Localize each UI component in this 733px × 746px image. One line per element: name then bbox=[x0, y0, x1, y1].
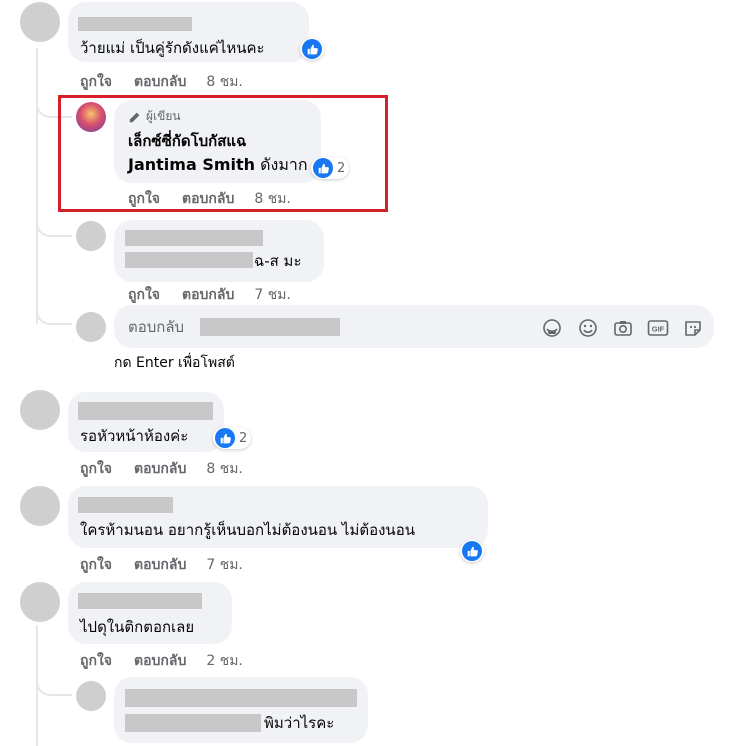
reply-button[interactable]: ตอบกลับ bbox=[134, 557, 186, 573]
gif-icon[interactable]: GIF bbox=[647, 317, 669, 339]
timestamp[interactable]: 8 ชม. bbox=[254, 191, 291, 207]
redacted-author-name bbox=[78, 593, 202, 609]
comment-text: เล็กซ์ซี่กัดโบกัสแฉ bbox=[128, 132, 247, 150]
reply-hint: กด Enter เพื่อโพสต์ bbox=[114, 355, 235, 371]
avatar[interactable] bbox=[76, 221, 106, 251]
thread-connector bbox=[36, 295, 72, 325]
timestamp[interactable]: 7 ชม. bbox=[206, 557, 243, 573]
comment-text: ไปดุในติกตอกเลย bbox=[80, 618, 195, 636]
thread-connector bbox=[36, 668, 72, 696]
comment-text-line2: Jantima Smith ดังมาก bbox=[128, 155, 308, 174]
redacted-author-name bbox=[78, 402, 213, 420]
like-button[interactable]: ถูกใจ bbox=[80, 653, 112, 669]
svg-text:GIF: GIF bbox=[652, 325, 665, 334]
reaction-badge[interactable] bbox=[300, 38, 324, 60]
like-button[interactable]: ถูกใจ bbox=[80, 557, 112, 573]
like-button[interactable]: ถูกใจ bbox=[80, 461, 112, 477]
like-button[interactable]: ถูกใจ bbox=[80, 74, 112, 90]
reply-button[interactable]: ตอบกลับ bbox=[182, 191, 234, 207]
avatar[interactable] bbox=[20, 486, 60, 526]
comment-text: ว้ายแม่ เป็นคู่รักดังแค่ไหนคะ bbox=[80, 39, 265, 57]
author-badge: ผู้เขียน bbox=[128, 107, 181, 126]
redacted-text bbox=[125, 252, 253, 268]
camera-icon[interactable] bbox=[612, 317, 634, 339]
avatar[interactable] bbox=[20, 2, 60, 42]
comment-actions: ถูกใจ ตอบกลับ 8 ชม. bbox=[80, 73, 243, 91]
like-icon bbox=[462, 541, 482, 561]
comment-actions: ถูกใจ ตอบกลับ 2 ชม. bbox=[80, 652, 243, 670]
comment-text: พิมว่าไรคะ bbox=[264, 714, 335, 732]
redacted-text bbox=[125, 714, 261, 732]
current-user-avatar[interactable] bbox=[76, 312, 106, 342]
reply-input-prefix: ตอบกลับ bbox=[128, 318, 185, 336]
reply-button[interactable]: ตอบกลับ bbox=[182, 287, 234, 303]
avatar[interactable] bbox=[76, 681, 106, 711]
redacted-mention bbox=[200, 318, 340, 336]
reply-button[interactable]: ตอบกลับ bbox=[134, 461, 186, 477]
emoji-icon[interactable] bbox=[577, 317, 599, 339]
sticker-icon[interactable] bbox=[541, 317, 563, 339]
comment-actions: ถูกใจ ตอบกลับ 7 ชม. bbox=[80, 556, 243, 574]
like-button[interactable]: ถูกใจ bbox=[128, 191, 160, 207]
comment-actions: ถูกใจ ตอบกลับ 7 ชม. bbox=[128, 286, 291, 304]
comment-text: ฉ-ส มะ bbox=[254, 252, 302, 270]
timestamp[interactable]: 8 ชม. bbox=[206, 74, 243, 90]
reaction-badge[interactable] bbox=[460, 540, 484, 562]
redacted-author-name bbox=[125, 230, 263, 246]
comment-text: ใครห้ามนอน อยากรู้เห็นบอกไม่ต้องนอน ไม่ต… bbox=[80, 521, 415, 539]
like-icon bbox=[215, 428, 235, 448]
redacted-author-name bbox=[78, 17, 192, 31]
timestamp[interactable]: 2 ชม. bbox=[206, 653, 243, 669]
like-icon bbox=[302, 39, 322, 59]
redacted-author-name bbox=[78, 497, 173, 513]
reply-button[interactable]: ตอบกลับ bbox=[134, 74, 186, 90]
timestamp[interactable]: 8 ชม. bbox=[206, 461, 243, 477]
reaction-badge[interactable]: 2 bbox=[311, 157, 350, 179]
comment-text: รอหัวหน้าห้องค่ะ bbox=[80, 427, 189, 445]
mention-link[interactable]: Jantima Smith bbox=[128, 155, 255, 174]
comment-bubble bbox=[114, 677, 368, 743]
avatar-sticker-icon[interactable] bbox=[682, 317, 704, 339]
like-button[interactable]: ถูกใจ bbox=[128, 287, 160, 303]
redacted-author-name bbox=[125, 689, 357, 707]
pen-icon bbox=[129, 112, 140, 122]
like-icon bbox=[313, 158, 333, 178]
comment-actions: ถูกใจ ตอบกลับ 8 ชม. bbox=[80, 460, 243, 478]
author-avatar[interactable] bbox=[76, 102, 106, 132]
comment-actions: ถูกใจ ตอบกลับ 8 ชม. bbox=[128, 190, 291, 208]
reply-button[interactable]: ตอบกลับ bbox=[134, 653, 186, 669]
timestamp[interactable]: 7 ชม. bbox=[254, 287, 291, 303]
reaction-badge[interactable]: 2 bbox=[213, 427, 252, 449]
avatar[interactable] bbox=[20, 390, 60, 430]
avatar[interactable] bbox=[20, 582, 60, 622]
